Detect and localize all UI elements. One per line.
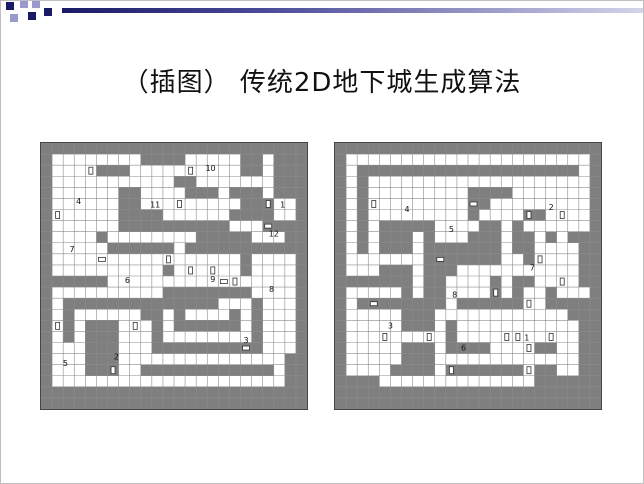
door-marker [188,266,194,275]
door-marker [265,200,271,208]
room-label: 4 [76,197,81,206]
door-marker [426,333,432,341]
slide-title: （插图） 传统2D地下城生成算法 [122,68,522,98]
door-marker [219,279,228,284]
door-marker [88,166,94,175]
room-label: 1 [524,334,529,343]
door-marker [188,166,194,175]
door-marker [526,344,532,352]
room-label: 12 [269,229,279,238]
dungeon-map-right: 4 2 5 7 8 3 6 1 [334,142,602,410]
room-label: 6 [125,276,130,285]
slide: （插图） 传统2D地下城生成算法 10 4 11 1 12 7 6 9 8 5 2 3 4257836… [0,0,644,484]
door-marker [559,211,565,219]
door-marker [177,200,182,208]
door-marker [369,301,378,307]
room-label: 5 [63,359,68,368]
dungeon-map-left: 10 4 11 1 12 7 6 9 8 5 2 3 [40,142,308,410]
door-marker [264,223,273,229]
door-marker [469,201,478,207]
door-marker [55,321,61,330]
door-marker [371,200,377,208]
room-label: 8 [452,290,457,299]
room-label: 2 [114,352,119,361]
room-label: 3 [388,321,393,330]
dungeon-map-right-canvas: 4 2 5 7 8 3 6 1 [335,143,601,409]
door-marker [537,255,543,264]
deco-square [32,0,40,8]
room-label: 8 [269,285,274,294]
door-marker [526,299,532,308]
door-marker [448,366,454,375]
room-label: 10 [205,164,215,173]
door-marker [526,211,532,219]
door-marker [210,266,216,275]
door-marker [110,366,116,375]
door-marker [493,288,499,297]
door-marker [55,211,61,219]
door-marker [166,255,171,264]
door-marker [504,333,510,341]
door-marker [526,366,532,375]
room-label: 1 [280,201,285,210]
deco-square [10,14,18,22]
deco-square [20,0,28,8]
room-label: 5 [449,225,454,234]
decorative-header [0,0,644,22]
door-marker [548,333,554,341]
deco-square [28,12,36,20]
room-label: 2 [549,203,554,212]
room-label: 11 [150,201,160,210]
door-marker [436,256,445,262]
room-label: 9 [210,275,215,284]
room-label: 4 [404,205,409,214]
deco-gradient-bar [62,8,644,13]
room-label: 7 [530,264,535,273]
room-label: 7 [69,245,74,254]
deco-square [6,2,14,10]
door-marker [559,277,565,286]
deco-square [44,8,52,16]
door-marker [98,256,106,262]
dungeon-map-left-canvas: 104 11 11276 98523 [41,143,307,409]
door-marker [382,333,388,341]
door-marker [242,345,250,351]
room-label: 6 [461,344,466,353]
door-marker [132,321,138,330]
door-marker [515,333,521,341]
door-marker [232,277,238,286]
room-label: 3 [243,336,248,345]
